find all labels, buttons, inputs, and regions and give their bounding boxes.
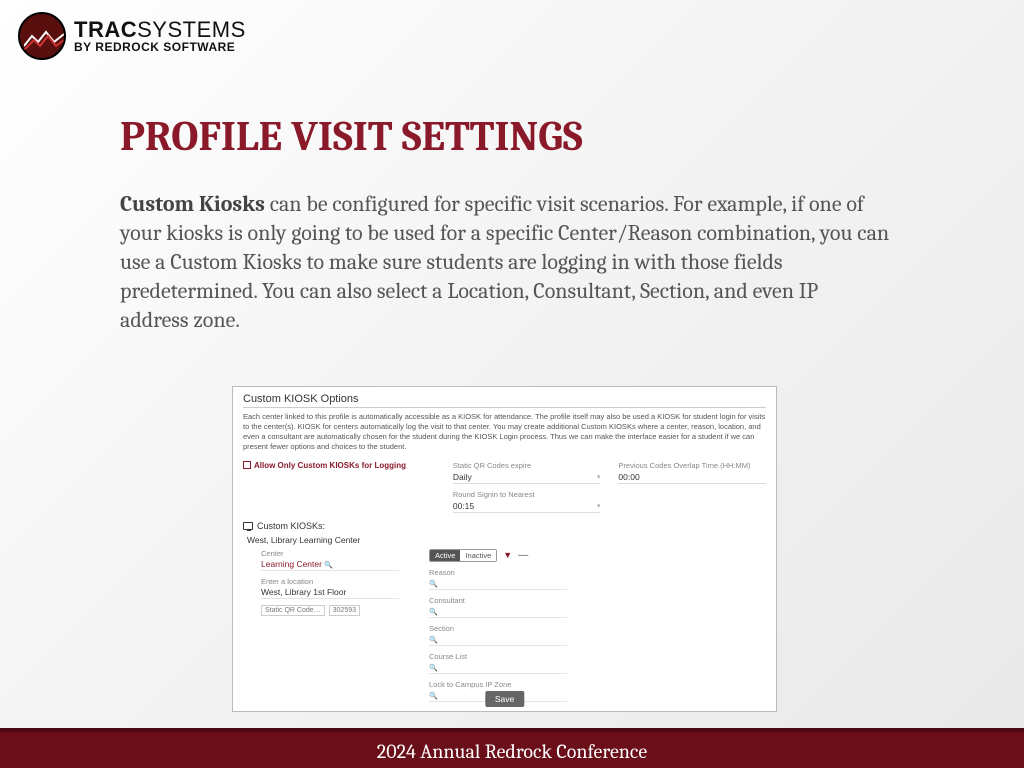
center-label: Center: [261, 549, 399, 558]
search-icon: 🔍: [429, 609, 438, 616]
reason-label: Reason: [429, 568, 567, 577]
consultant-field[interactable]: 🔍: [429, 606, 567, 618]
round-signin-label: Round Signin to Nearest: [453, 490, 601, 499]
chevron-down-icon: ▾: [597, 502, 601, 510]
search-icon: 🔍: [324, 562, 333, 569]
body-paragraph: Custom Kiosks can be configured for spec…: [120, 190, 890, 335]
search-icon: 🔍: [429, 665, 438, 672]
footer-bar: 2024 Annual Redrock Conference: [0, 728, 1024, 768]
center-field[interactable]: Learning Center 🔍: [261, 559, 399, 571]
qr-expire-label: Static QR Codes expire: [453, 461, 601, 470]
static-qr-value: 302593: [329, 605, 360, 616]
chevron-down-icon: ▾: [597, 473, 601, 481]
search-icon: 🔍: [429, 637, 438, 644]
location-label: Enter a location: [261, 577, 399, 586]
active-inactive-toggle[interactable]: ActiveInactive: [429, 549, 497, 562]
logo-badge-icon: [18, 12, 66, 60]
allow-only-custom-kiosks-checkbox[interactable]: Allow Only Custom KIOSKs for Logging: [243, 461, 435, 470]
course-list-field[interactable]: 🔍: [429, 662, 567, 674]
section-label: Section: [429, 624, 567, 633]
location-field[interactable]: West, Library 1st Floor: [261, 587, 399, 599]
consultant-label: Consultant: [429, 596, 567, 605]
logo-wordmark: TRACSYSTEMS: [74, 19, 246, 41]
remove-icon[interactable]: —: [518, 550, 528, 561]
logo-subtitle: BY REDROCK SOFTWARE: [74, 41, 246, 53]
course-list-label: Course List: [429, 652, 567, 661]
save-button[interactable]: Save: [485, 691, 524, 707]
search-icon: 🔍: [429, 693, 438, 700]
panel-title: Custom KIOSK Options: [243, 393, 766, 408]
qr-expire-select[interactable]: Daily▾: [453, 471, 601, 484]
monitor-icon: [243, 522, 253, 530]
overlap-time-label: Previous Codes Overlap Time (HH:MM): [618, 461, 766, 470]
chevron-down-icon[interactable]: ▼: [503, 550, 512, 560]
body-lead: Custom Kiosks: [120, 191, 265, 217]
custom-kiosk-options-panel: Custom KIOSK Options Each center linked …: [232, 386, 777, 712]
brand-logo: TRACSYSTEMS BY REDROCK SOFTWARE: [18, 12, 246, 60]
panel-description: Each center linked to this profile is au…: [243, 412, 766, 453]
overlap-time-input[interactable]: 00:00: [618, 471, 766, 484]
reason-field[interactable]: 🔍: [429, 578, 567, 590]
checkbox-icon: [243, 461, 251, 469]
custom-kiosks-header: Custom KIOSKs:: [243, 521, 766, 531]
ip-zone-label: Lock to Campus IP Zone: [429, 680, 567, 689]
search-icon: 🔍: [429, 581, 438, 588]
kiosk-name: West, Library Learning Center: [247, 535, 766, 545]
page-title: PROFILE VISIT SETTINGS: [120, 112, 583, 161]
static-qr-label: Static QR Code…: [261, 605, 325, 616]
section-field[interactable]: 🔍: [429, 634, 567, 646]
round-signin-select[interactable]: 00:15▾: [453, 500, 601, 513]
